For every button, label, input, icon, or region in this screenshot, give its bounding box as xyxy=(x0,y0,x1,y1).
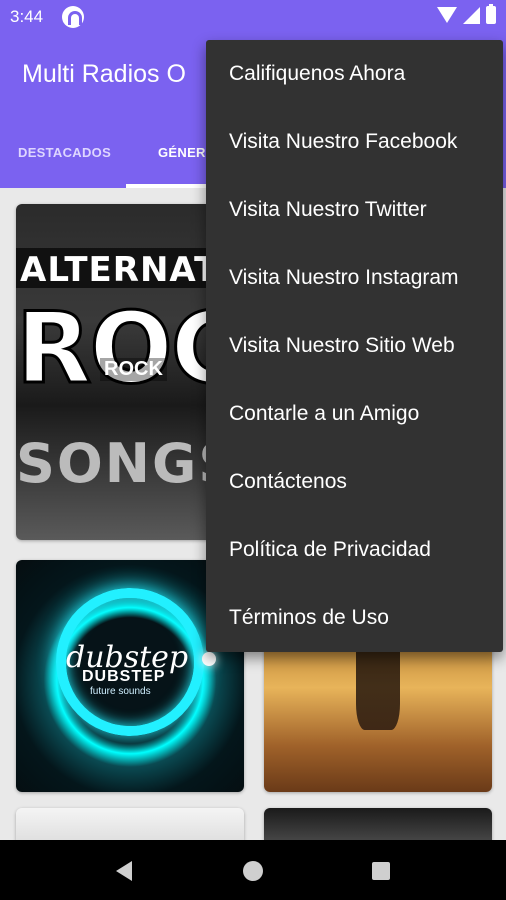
status-bar: 3:44 xyxy=(0,0,506,34)
glow-dot xyxy=(202,652,216,666)
genre-card-5[interactable] xyxy=(16,808,244,840)
genre-label-rock: ROCK xyxy=(100,358,167,381)
menu-item-twitter[interactable]: Visita Nuestro Twitter xyxy=(206,176,503,244)
status-icons xyxy=(437,4,496,24)
menu-item-facebook[interactable]: Visita Nuestro Facebook xyxy=(206,108,503,176)
home-icon[interactable] xyxy=(243,861,263,881)
system-nav-bar xyxy=(0,840,506,900)
notification-icon xyxy=(62,6,84,28)
wifi-icon xyxy=(437,7,457,23)
menu-item-website[interactable]: Visita Nuestro Sitio Web xyxy=(206,312,503,380)
menu-item-privacy[interactable]: Política de Privacidad xyxy=(206,516,503,584)
overflow-menu: Califiquenos Ahora Visita Nuestro Facebo… xyxy=(206,40,503,652)
status-time: 3:44 xyxy=(10,7,44,26)
recents-icon[interactable] xyxy=(372,862,390,880)
back-icon[interactable] xyxy=(116,861,132,881)
genre-label-dubstep: DUBSTEP xyxy=(82,668,166,685)
battery-icon xyxy=(486,4,496,24)
menu-item-terms[interactable]: Términos de Uso xyxy=(206,584,503,652)
app-title: Multi Radios O xyxy=(22,60,186,88)
signal-icon xyxy=(463,6,480,24)
menu-item-instagram[interactable]: Visita Nuestro Instagram xyxy=(206,244,503,312)
menu-item-share[interactable]: Contarle a un Amigo xyxy=(206,380,503,448)
menu-item-rate[interactable]: Califiquenos Ahora xyxy=(206,40,503,108)
genre-card-6[interactable] xyxy=(264,808,492,840)
menu-item-contact[interactable]: Contáctenos xyxy=(206,448,503,516)
dubstep-subtitle: future sounds xyxy=(90,686,151,697)
tab-destacados[interactable]: DESTACADOS xyxy=(18,145,111,160)
rock-line-alternative: ALTERNATI xyxy=(20,250,232,290)
